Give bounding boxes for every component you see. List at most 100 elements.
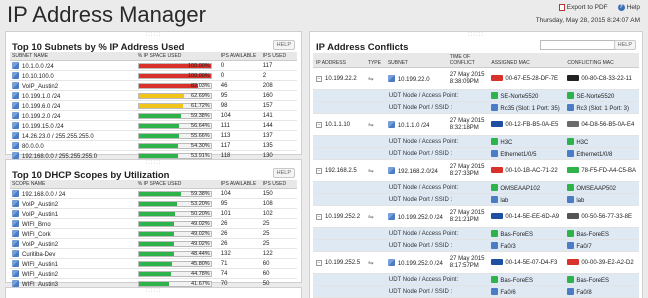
collapse-icon[interactable]: − xyxy=(316,75,322,82)
assigned-node-link[interactable]: Bas-ForeES xyxy=(500,232,533,238)
dhcp-scope-row[interactable]: WIFI_Austin2 44.78% 74 60 xyxy=(10,268,297,279)
subnet-row[interactable]: 10.199.6.0 /24 61.72% 98 157 xyxy=(10,100,297,111)
ip-address-link[interactable]: 10.199.252.2 xyxy=(325,214,360,220)
assigned-port-link[interactable]: lab xyxy=(500,198,508,204)
subnet-link[interactable]: 192.168.2.0/24 xyxy=(398,169,438,175)
subnet-name-link[interactable]: 10.199.15.0 /24 xyxy=(22,124,64,130)
col-ips-used[interactable]: IPS USED xyxy=(260,180,297,189)
collapse-icon[interactable]: − xyxy=(316,259,322,266)
subnet-name-link[interactable]: 10.10.100.0 xyxy=(22,74,54,80)
subnet-name-link[interactable]: 14.26.23.0 / 255.255.255.0 xyxy=(22,134,94,140)
conflicts-help-button[interactable]: HELP xyxy=(613,40,636,50)
subnet-name-link[interactable]: WIFI_Brno xyxy=(22,222,51,228)
export-pdf-link[interactable]: Export to PDF xyxy=(558,4,608,11)
subnet-name-link[interactable]: 80.0.0.0 xyxy=(22,144,44,150)
drag-handle[interactable]: :::::: xyxy=(145,160,161,166)
conflicting-mac-link[interactable]: 00-50-56-77-33-8E xyxy=(581,214,632,220)
subnet-name-link[interactable]: 10.199.2.0 /24 xyxy=(22,114,60,120)
col-conflicting-mac[interactable]: CONFLICTING MAC xyxy=(564,53,639,68)
assigned-mac-link[interactable]: 00-10-1B-AC-71-22 xyxy=(505,168,557,174)
subnet-row[interactable]: 10.1.0.0 /24 100.00% 0 117 xyxy=(10,60,297,71)
col-ip-address[interactable]: IP ADDRESS xyxy=(313,53,365,68)
conflicting-port-link[interactable]: lab xyxy=(576,198,584,204)
assigned-node-link[interactable]: OMSEAAP102 xyxy=(500,186,540,192)
subnet-link[interactable]: 10.1.1.0 /24 xyxy=(398,123,430,129)
subnet-row[interactable]: 10.199.1.0 /24 62.69% 95 160 xyxy=(10,90,297,101)
assigned-mac-link[interactable]: 00-67-E5-28-DF-7E xyxy=(505,76,558,82)
subnet-name-link[interactable]: VoIP_Austin2 xyxy=(22,84,58,90)
ip-address-link[interactable]: 10.199.22.2 xyxy=(325,76,357,82)
col-pct-used[interactable]: % IP SPACE USED xyxy=(135,52,219,61)
dhcp-scope-row[interactable]: WIFI_Brno 49.02% 26 25 xyxy=(10,218,297,229)
subnet-row[interactable]: 80.0.0.0 54.30% 117 135 xyxy=(10,140,297,151)
ip-address-link[interactable]: 10.1.1.10 xyxy=(325,122,350,128)
subnet-link[interactable]: 10.199.252.0 /24 xyxy=(398,215,443,221)
conflicting-mac-link[interactable]: 04-D8-56-B5-0A-E4 xyxy=(581,122,634,128)
subnet-row[interactable]: 10.199.15.0 /24 56.64% 111 144 xyxy=(10,120,297,131)
dhcp-scope-row[interactable]: WIFI_Cork 49.02% 26 25 xyxy=(10,228,297,239)
conflicting-port-link[interactable]: Rc3 (Slot: 1 Port: 3) xyxy=(576,106,629,112)
subnet-name-link[interactable]: 10.1.0.0 /24 xyxy=(22,64,54,70)
assigned-port-link[interactable]: Ethernet1/0/5 xyxy=(500,152,536,158)
conflict-row[interactable]: −10.1.1.10 ⇋ 10.1.1.0 /24 27 May 2015 8:32:… xyxy=(313,113,639,136)
conflicting-node-link[interactable]: OMSEAAP502 xyxy=(576,186,616,192)
subnet-name-link[interactable]: WIFI_Austin1 xyxy=(22,262,58,268)
assigned-port-link[interactable]: Rc35 (Slot: 1 Port: 35) xyxy=(500,106,559,112)
dhcp-scope-row[interactable]: VoIP_Austin1 50.20% 101 102 xyxy=(10,208,297,219)
assigned-mac-link[interactable]: 00-12-FB-B5-0A-E5 xyxy=(505,122,558,128)
assigned-mac-link[interactable]: 00-14-5E-EE-6D-A9 xyxy=(505,214,559,220)
col-subnet[interactable]: SUBNET xyxy=(384,53,447,68)
conflicting-port-link[interactable]: Fa0/8 xyxy=(576,290,591,296)
col-ips-used[interactable]: IPS USED xyxy=(260,52,297,61)
subnet-row[interactable]: VoIP_Austin2 82.03% 46 208 xyxy=(10,80,297,91)
dhcp-scope-row[interactable]: WIFI_Austin1 45.80% 71 60 xyxy=(10,258,297,269)
conflicting-node-link[interactable]: SE-Norte5520 xyxy=(576,94,614,100)
col-scope-name[interactable]: SCOPE NAME xyxy=(10,180,136,189)
subnet-name-link[interactable]: WIFI_Austin2 xyxy=(22,272,58,278)
col-ips-available[interactable]: IPS AVAILABLE xyxy=(218,180,261,189)
conflict-row[interactable]: −10.199.22.2 ⇋ 10.199.22.0 27 May 2015 8:38… xyxy=(313,67,639,90)
col-subnet-name[interactable]: SUBNET NAME xyxy=(10,52,136,61)
subnet-row[interactable]: 10.10.100.0 100.00% 0 2 xyxy=(10,70,297,81)
conflict-row[interactable]: −10.199.252.5 ⇋ 10.199.252.0 /24 27 May 201… xyxy=(313,251,639,274)
dhcp-scope-row[interactable]: 192.168.0.0 / 24 59.38% 104 150 xyxy=(10,188,297,199)
conflicts-search-input[interactable] xyxy=(540,40,620,50)
conflicting-port-link[interactable]: Ethernet1/0/8 xyxy=(576,152,612,158)
dhcp-scope-row[interactable]: VoIP_Austin2 53.20% 95 108 xyxy=(10,198,297,209)
subnet-name-link[interactable]: 192.168.0.0 / 24 xyxy=(22,192,65,198)
subnet-link[interactable]: 10.199.22.0 xyxy=(398,77,430,83)
conflicting-node-link[interactable]: H3C xyxy=(576,140,588,146)
assigned-node-link[interactable]: H3C xyxy=(500,140,512,146)
col-pct-used[interactable]: % IP SPACE USED xyxy=(135,180,219,189)
subnet-row[interactable]: 10.199.2.0 /24 59.38% 104 141 xyxy=(10,110,297,121)
conflict-row[interactable]: −192.168.2.5 ⇋ 192.168.2.0/24 27 May 2015 8… xyxy=(313,159,639,182)
assigned-node-link[interactable]: SE-Norte5520 xyxy=(500,94,538,100)
subnet-row[interactable]: 14.26.23.0 / 255.255.255.0 55.66% 113 137 xyxy=(10,130,297,141)
subnet-name-link[interactable]: Curitiba-Dev xyxy=(22,252,55,258)
assigned-node-link[interactable]: Bas-ForeES xyxy=(500,278,533,284)
col-assigned-mac[interactable]: ASSIGNED MAC xyxy=(488,53,565,68)
dhcp-scope-row[interactable]: VoIP_Austin2 49.02% 26 25 xyxy=(10,238,297,249)
ip-address-link[interactable]: 10.199.252.5 xyxy=(325,260,360,266)
subnet-name-link[interactable]: VoIP_Austin1 xyxy=(22,212,58,218)
conflicting-mac-link[interactable]: 00-80-C8-33-22-11 xyxy=(581,76,632,82)
conflict-row[interactable]: −10.199.252.2 ⇋ 10.199.252.0 /24 27 May 201… xyxy=(313,205,639,228)
conflicting-mac-link[interactable]: 78-F5-FD-A4-C5-BA xyxy=(581,168,636,174)
conflicting-node-link[interactable]: Bas-ForeES xyxy=(576,278,609,284)
help-link[interactable]: ? Help xyxy=(617,4,640,11)
conflicting-port-link[interactable]: Fa0/7 xyxy=(576,244,591,250)
ip-address-link[interactable]: 192.168.2.5 xyxy=(325,168,357,174)
assigned-port-link[interactable]: Fa0/3 xyxy=(500,244,515,250)
dhcp-help-button[interactable]: HELP xyxy=(272,168,295,178)
col-time-of-conflict[interactable]: TIME OF CONFLICT xyxy=(446,53,489,68)
subnet-name-link[interactable]: WIFI_Cork xyxy=(22,232,51,238)
subnet-name-link[interactable]: 10.199.1.0 /24 xyxy=(22,94,60,100)
subnets-help-button[interactable]: HELP xyxy=(272,40,295,50)
subnet-name-link[interactable]: VoIP_Austin2 xyxy=(22,202,58,208)
subnet-name-link[interactable]: VoIP_Austin2 xyxy=(22,242,58,248)
drag-handle[interactable]: :::::: xyxy=(145,288,161,294)
drag-handle[interactable]: :::::: xyxy=(145,32,161,38)
collapse-icon[interactable]: − xyxy=(316,121,322,128)
collapse-icon[interactable]: − xyxy=(316,167,322,174)
conflicting-mac-link[interactable]: 00-00-39-E2-A2-D2 xyxy=(581,260,633,266)
